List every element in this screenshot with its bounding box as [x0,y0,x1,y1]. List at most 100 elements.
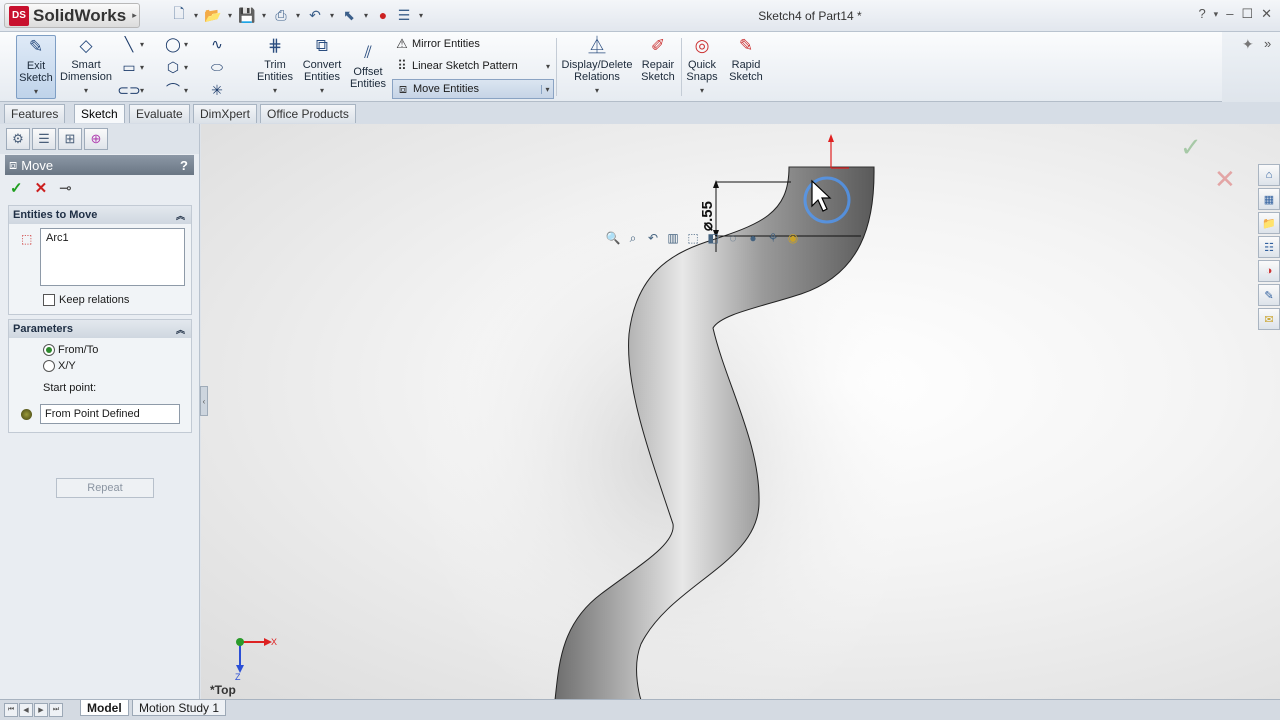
tab-sketch[interactable]: Sketch [74,104,125,123]
move-entities-button[interactable]: ⧈ Move Entities ▾ [392,79,554,99]
doc-minimize-icon[interactable]: – [1227,124,1234,127]
maximize-icon[interactable]: ☐ [1241,6,1253,22]
checkbox-box[interactable] [43,294,55,306]
parameters-group-header[interactable]: Parameters ︽ [9,320,191,338]
appearances-icon[interactable]: ◑ [1258,260,1280,282]
line-dropdown-icon[interactable]: ▾ [140,35,162,53]
view-settings-icon[interactable]: ◉ [785,230,801,246]
help-dropdown-icon[interactable]: ▾ [1214,9,1219,22]
ok-button[interactable]: ✓ [10,179,23,197]
display-style-icon[interactable]: ◧ [705,230,721,246]
custom-properties-icon[interactable]: ✎ [1258,284,1280,306]
repair-sketch-button[interactable]: ✐ Repair Sketch [638,35,678,83]
move-entities-dropdown-icon[interactable]: ▾ [541,84,553,94]
line-icon[interactable]: ╲ [118,35,140,53]
view-orientation-icon[interactable]: ⬚ [685,230,701,246]
expand-toolbar-icon[interactable]: » [1264,36,1271,51]
smart-dimension-dropdown-icon[interactable]: ▾ [60,85,112,97]
exit-sketch-button[interactable]: ✎ Exit Sketch ▾ [16,35,56,99]
spline-icon[interactable]: ∿ [206,35,228,53]
dimxpert-manager-tab-icon[interactable]: ⊕ [84,128,108,150]
tab-model[interactable]: Model [80,700,129,716]
entities-list[interactable]: Arc1 [40,228,185,286]
polygon-icon[interactable]: ⬡ [162,58,184,76]
configuration-manager-tab-icon[interactable]: ⊞ [58,128,82,150]
panel-collapse-handle[interactable]: ‹ [200,386,208,416]
doc-restore-icon[interactable]: ⧉ [1243,124,1252,127]
collapse-icon[interactable]: ︽ [176,209,185,222]
minimize-icon[interactable]: – [1226,6,1233,22]
next-tab-icon[interactable]: ▶ [34,703,48,717]
confirm-ok-corner-icon[interactable]: ✓ [1180,132,1202,163]
relations-dropdown-icon[interactable]: ▾ [560,85,634,97]
confirm-cancel-corner-icon[interactable]: ✕ [1214,164,1236,195]
keep-relations-checkbox[interactable]: Keep relations [43,294,191,306]
circle-icon[interactable]: ◯ [162,35,184,53]
slot-icon[interactable]: ⊂⊃ [117,81,140,99]
trim-dropdown-icon[interactable]: ▾ [254,85,296,97]
smart-dimension-button[interactable]: ◇ Smart Dimension ▾ [60,35,112,97]
tab-evaluate[interactable]: Evaluate [129,104,190,123]
rectangle-dropdown-icon[interactable]: ▾ [140,58,162,76]
model-viewport[interactable]: ⌀.55 X Z [201,124,1280,700]
rectangle-icon[interactable]: ▭ [118,58,140,76]
quick-snaps-button[interactable]: ◎ Quick Snaps ▾ [684,35,720,97]
feature-manager-tab-icon[interactable]: ⚙ [6,128,30,150]
list-item[interactable]: Arc1 [46,232,179,244]
last-tab-icon[interactable]: ⏭ [49,703,63,717]
zoom-to-area-icon[interactable]: ⌕ [625,230,641,246]
fillet-icon[interactable]: ⌒ [162,81,184,99]
display-delete-relations-button[interactable]: ⏅ Display/Delete Relations ▾ [560,35,634,97]
slot-dropdown-icon[interactable]: ▾ [140,81,162,99]
mirror-entities-button[interactable]: ⚠ Mirror Entities [392,34,554,54]
fillet-dropdown-icon[interactable]: ▾ [184,81,206,99]
apply-scene-icon[interactable]: ⚘ [765,230,781,246]
offset-entities-button[interactable]: ⫽ Offset Entities [348,42,388,90]
pin-icon[interactable]: ✦ [1242,36,1254,53]
hide-show-items-icon[interactable]: ◌ [725,230,741,246]
tab-motion-study-1[interactable]: Motion Study 1 [132,700,227,716]
linear-pattern-dropdown-icon[interactable]: ▾ [542,62,554,71]
polygon-dropdown-icon[interactable]: ▾ [184,58,206,76]
zoom-to-fit-icon[interactable]: 🔍 [605,230,621,246]
exit-sketch-dropdown-icon[interactable]: ▾ [17,86,55,98]
pushpin-icon[interactable]: ⊸ [59,179,72,197]
close-icon[interactable]: ✕ [1261,6,1272,22]
quick-snaps-dropdown-icon[interactable]: ▾ [684,85,720,97]
radio-button[interactable] [43,360,55,372]
rapid-sketch-button[interactable]: ✎ Rapid Sketch [726,35,766,83]
xy-radio[interactable]: X/Y [43,360,191,372]
first-tab-icon[interactable]: ⏮ [4,703,18,717]
start-point-field[interactable]: From Point Defined [40,404,180,424]
radio-button[interactable] [43,344,55,356]
from-to-radio[interactable]: From/To [43,344,191,356]
convert-entities-button[interactable]: ⧉ Convert Entities ▾ [300,35,344,97]
forum-icon[interactable]: ✉ [1258,308,1280,330]
help-icon[interactable]: ? [1198,6,1205,22]
entities-group-header[interactable]: Entities to Move ︽ [9,206,191,224]
help-button[interactable]: ? [180,158,188,173]
previous-view-icon[interactable]: ↶ [645,230,661,246]
tab-office-products[interactable]: Office Products [260,104,356,123]
prev-tab-icon[interactable]: ◀ [19,703,33,717]
dimension-value[interactable]: ⌀.55 [699,201,716,231]
collapse-icon[interactable]: ︽ [176,323,185,336]
circle-dropdown-icon[interactable]: ▾ [184,35,206,53]
design-library-icon[interactable]: ▦ [1258,188,1280,210]
tab-features[interactable]: Features [4,104,66,123]
cancel-button[interactable]: ✕ [35,179,48,197]
graphics-area[interactable]: ⌀.55 X Z 🔍 ⌕ ↶ ▥ ⬚ ◧ ◌ ● ⚘ ◉ – ⧉ ✕ ✓ ✕ [201,124,1280,700]
point-icon[interactable]: ✳ [206,81,228,99]
trim-entities-button[interactable]: ⋕ Trim Entities ▾ [254,35,296,97]
edit-appearance-icon[interactable]: ● [745,230,761,246]
view-palette-icon[interactable]: ☷ [1258,236,1280,258]
doc-close-icon[interactable]: ✕ [1262,124,1272,127]
property-manager-tab-icon[interactable]: ☰ [32,128,56,150]
linear-sketch-pattern-button[interactable]: ⠿ Linear Sketch Pattern ▾ [392,56,554,76]
tab-dimxpert[interactable]: DimXpert [193,104,258,123]
ellipse-icon[interactable]: ⬭ [206,58,228,76]
file-explorer-icon[interactable]: 📁 [1258,212,1280,234]
section-view-icon[interactable]: ▥ [665,230,681,246]
convert-dropdown-icon[interactable]: ▾ [300,85,344,97]
solidworks-resources-icon[interactable]: ⌂ [1258,164,1280,186]
